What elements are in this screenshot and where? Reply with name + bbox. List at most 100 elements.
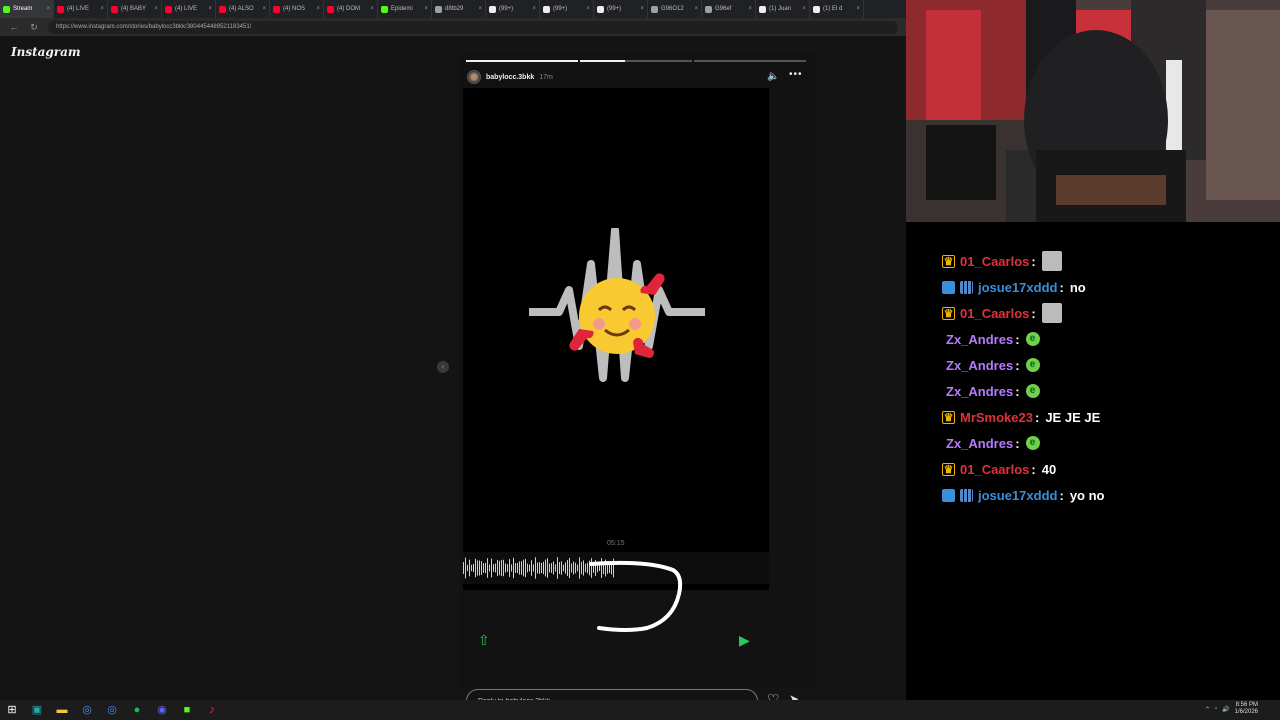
browser-tab[interactable]: G96ef × <box>702 0 756 18</box>
chat-separator: : <box>1031 461 1036 477</box>
close-tab-icon[interactable]: × <box>856 6 860 12</box>
progress-segment <box>580 60 692 62</box>
tab-favicon-icon <box>813 5 820 13</box>
reload-icon[interactable]: ↻ <box>28 22 40 33</box>
browser-tab[interactable]: (4) LIVE × <box>54 0 108 18</box>
close-tab-icon[interactable]: × <box>424 6 428 12</box>
browser-tab[interactable]: (1) El d × <box>810 0 864 18</box>
chat-separator: : <box>1015 331 1020 347</box>
waveform-bar <box>525 558 526 578</box>
waveform-bar <box>563 564 564 572</box>
browser-tab[interactable]: (4) ALSO × <box>216 0 270 18</box>
tab-label: (99+) <box>607 6 622 12</box>
chrome-icon[interactable]: ◎ <box>80 703 94 717</box>
close-tab-icon[interactable]: × <box>532 6 536 12</box>
instagram-logo[interactable]: Instagram <box>11 45 81 59</box>
tab-favicon-icon <box>597 5 604 13</box>
waveform-bar <box>545 559 546 577</box>
chat-username[interactable]: josue17xddd <box>978 488 1057 503</box>
back-icon[interactable]: ← <box>8 22 20 32</box>
waveform-bar <box>559 561 560 575</box>
chat-username[interactable]: Zx_Andres <box>946 384 1013 399</box>
kick-icon[interactable]: ■ <box>180 703 194 717</box>
close-tab-icon[interactable]: × <box>208 6 212 12</box>
browser-tab[interactable]: (1) Juan × <box>756 0 810 18</box>
chat-separator: : <box>1031 253 1036 269</box>
waveform-bar <box>575 562 576 574</box>
mute-icon[interactable]: 🔈 <box>767 71 779 82</box>
chat-username[interactable]: 01_Caarlos <box>960 462 1029 477</box>
close-tab-icon[interactable]: × <box>316 6 320 12</box>
browser-tab[interactable]: (4) LIVE × <box>162 0 216 18</box>
chat-username[interactable]: MrSmoke23 <box>960 410 1033 425</box>
clock[interactable]: 8:56 PM 1/6/2026 <box>1235 702 1258 716</box>
face-emote-icon <box>1041 303 1062 323</box>
waveform-bar <box>539 562 540 574</box>
browser-tab[interactable]: (4) BABY × <box>108 0 162 18</box>
browser-tab[interactable]: d8tb29 × <box>432 0 486 18</box>
chat-username[interactable]: Zx_Andres <box>946 436 1013 451</box>
browser-tab[interactable]: (99+) × <box>540 0 594 18</box>
file-explorer-icon[interactable]: ▬ <box>55 703 69 717</box>
close-tab-icon[interactable]: × <box>478 6 482 12</box>
browser-tab[interactable]: Epidemi × <box>378 0 432 18</box>
url-field[interactable]: https://www.instagram.com/stories/babylo… <box>48 20 898 34</box>
tab-favicon-icon <box>489 5 496 13</box>
close-tab-icon[interactable]: × <box>586 6 590 12</box>
avatar[interactable] <box>467 70 481 84</box>
spotify-icon[interactable]: ● <box>130 703 144 717</box>
browser-tab[interactable]: G96O12 × <box>648 0 702 18</box>
waveform-bar <box>529 564 530 572</box>
close-tab-icon[interactable]: × <box>154 6 158 12</box>
chat-text: 40 <box>1041 461 1057 477</box>
chat-text: no <box>1069 279 1086 295</box>
waveform-bar <box>507 564 508 572</box>
chat-message: josue17xddd: yo no <box>942 482 1272 508</box>
chevron-up-icon[interactable]: ⌃ <box>1205 706 1210 713</box>
chat-username[interactable]: 01_Caarlos <box>960 254 1029 269</box>
chat-username[interactable]: Zx_Andres <box>946 332 1013 347</box>
close-tab-icon[interactable]: × <box>748 6 752 12</box>
share-icon[interactable]: ⇧ <box>478 632 490 649</box>
close-tab-icon[interactable]: × <box>100 6 104 12</box>
waveform-bar <box>483 563 484 573</box>
windows-start-icon[interactable]: ⊞ <box>5 703 19 717</box>
chat-message: ♛ 01_Caarlos:40 <box>942 456 1272 482</box>
waveform-bar <box>565 562 566 574</box>
chat-username[interactable]: Zx_Andres <box>946 358 1013 373</box>
close-tab-icon[interactable]: × <box>46 6 50 12</box>
close-tab-icon[interactable]: × <box>262 6 266 12</box>
close-tab-icon[interactable]: × <box>640 6 644 12</box>
webcam-feed <box>906 0 1280 222</box>
close-tab-icon[interactable]: × <box>694 6 698 12</box>
chat-username[interactable]: 01_Caarlos <box>960 306 1029 321</box>
waveform-bar <box>511 564 512 572</box>
heartbeat-emoji-sticker <box>529 228 705 382</box>
more-icon[interactable]: ••• <box>789 69 803 80</box>
chat-username[interactable]: josue17xddd <box>978 280 1057 295</box>
tiktok-icon[interactable]: ♪ <box>205 703 219 717</box>
chrome-icon[interactable]: ◎ <box>105 703 119 717</box>
windows-taskbar: ⊞ ▣ ▬ ◎ ◎ ● ◉ ■ ♪ <box>0 700 1280 720</box>
volume-icon[interactable]: 🔊 <box>1222 706 1229 713</box>
waveform-bar <box>537 562 538 574</box>
story-username[interactable]: babylocc.3bkk <box>486 74 534 81</box>
tab-label: (4) DOM <box>337 6 360 12</box>
browser-tab[interactable]: (4) NOS × <box>270 0 324 18</box>
browser-tab[interactable]: (99+) × <box>486 0 540 18</box>
network-icon[interactable]: ▫ <box>1215 706 1217 712</box>
close-tab-icon[interactable]: × <box>370 6 374 12</box>
story-media[interactable]: 05:15 <box>463 88 769 632</box>
waveform-bar <box>543 561 544 575</box>
terminal-icon[interactable]: ▣ <box>30 703 44 717</box>
waveform-bar <box>477 560 478 576</box>
browser-tab[interactable]: (4) DOM × <box>324 0 378 18</box>
browser-tab[interactable]: Stream × <box>0 0 54 18</box>
tab-favicon-icon <box>435 5 442 13</box>
close-tab-icon[interactable]: × <box>802 6 806 12</box>
play-icon[interactable]: ▶ <box>739 632 750 649</box>
chevron-left-icon[interactable]: ‹ <box>437 361 449 373</box>
instagram-page: Instagram ‹ babylocc.3bkk 17m 🔈 ••• 05:1… <box>0 36 906 713</box>
discord-icon[interactable]: ◉ <box>155 703 169 717</box>
browser-tab[interactable]: (99+) × <box>594 0 648 18</box>
